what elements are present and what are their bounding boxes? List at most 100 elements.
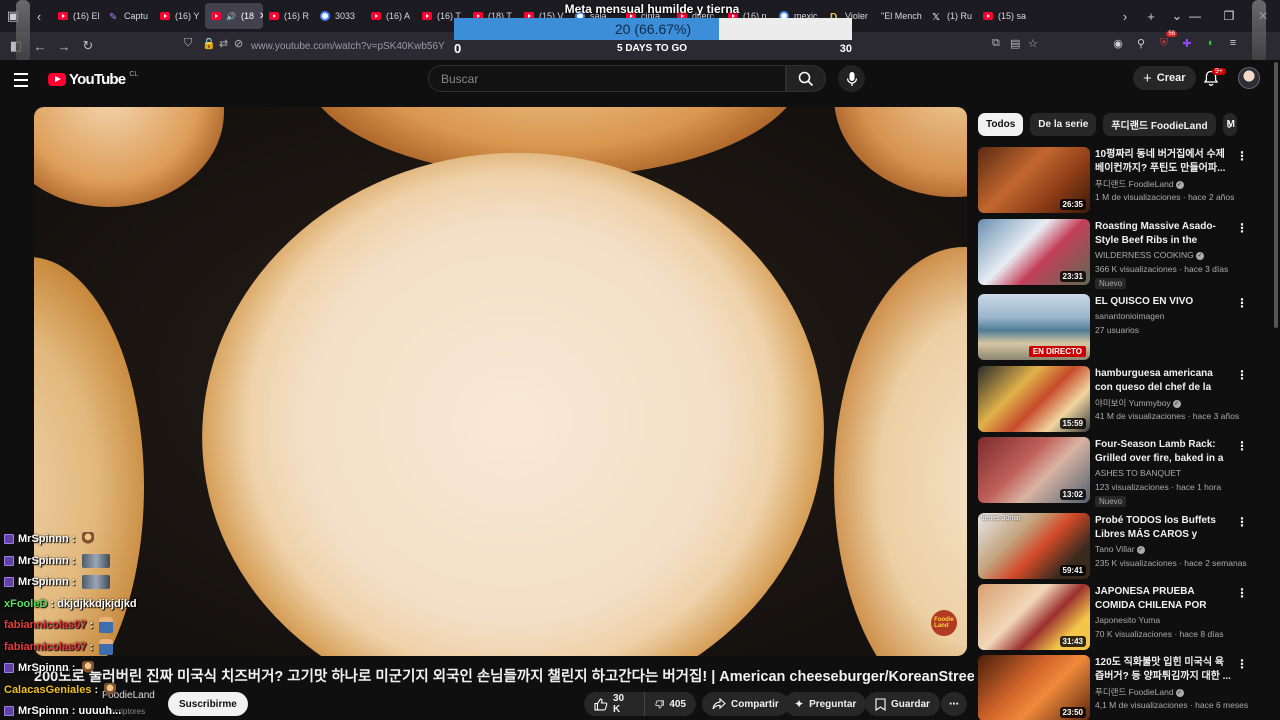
lock-icon[interactable]: 🔒 <box>202 37 216 50</box>
chat-username[interactable]: MrSpinnn <box>18 662 69 674</box>
browser-tab[interactable]: "El Mench <box>875 3 926 29</box>
subscribe-button[interactable]: Suscribirme <box>168 692 248 716</box>
search-button[interactable] <box>786 65 826 92</box>
browser-tab[interactable]: (15) sa <box>977 3 1028 29</box>
video-thumbnail[interactable]: 23:50 <box>978 655 1090 720</box>
recommendation-channel[interactable]: Japonesito Yuma <box>1095 615 1160 625</box>
recommendation-title[interactable]: Four-Season Lamb Rack: Grilled over fire… <box>1095 438 1233 466</box>
new-tab-icon[interactable]: + <box>1138 0 1164 32</box>
chip[interactable]: Todos <box>978 112 1024 136</box>
more-options-icon[interactable]: ⋮ <box>1236 586 1248 600</box>
menu-icon[interactable]: ≡ <box>1226 36 1240 50</box>
shield-icon[interactable]: ⛉ <box>184 37 192 50</box>
page-scrollbar[interactable] <box>1274 62 1278 328</box>
guide-menu-icon[interactable] <box>14 70 34 90</box>
recommendation-channel[interactable]: ASHES TO BANQUET <box>1095 468 1181 478</box>
video-thumbnail[interactable]: 23:31 <box>978 219 1090 285</box>
recommendation-channel[interactable]: 푸디랜드 FoodieLand ✓ <box>1095 686 1184 698</box>
chat-username[interactable]: MrSpinnn <box>18 555 69 567</box>
more-actions-button[interactable]: ⋯ <box>941 692 967 716</box>
recommendation-title[interactable]: Probé TODOS los Buffets Libres MÁS CAROS… <box>1095 514 1233 542</box>
recommendation-item[interactable]: 15:59 hamburguesa americana con queso del… <box>978 366 1250 434</box>
video-thumbnail[interactable]: tienes 30min 59:41 <box>978 513 1090 579</box>
recommendation-item[interactable]: EN DIRECTO EL QUISCO EN VIVO sanantonioima… <box>978 294 1250 362</box>
chip[interactable]: De la serie <box>1030 112 1097 136</box>
more-options-icon[interactable]: ⋮ <box>1236 221 1248 235</box>
chat-username[interactable]: MrSpinnn <box>18 533 69 545</box>
browser-tab[interactable]: (16) R <box>263 3 314 29</box>
search-input[interactable] <box>429 66 785 91</box>
more-options-icon[interactable]: ⋮ <box>1236 439 1248 453</box>
chat-username[interactable]: fabiannicolas07 <box>4 619 87 631</box>
chevron-right-icon[interactable]: › <box>1220 114 1240 134</box>
save-button[interactable]: Guardar <box>865 692 940 716</box>
user-avatar[interactable] <box>1238 67 1260 89</box>
recommendation-item[interactable]: tienes 30min 59:41 Probé TODOS los Buffets… <box>978 513 1250 581</box>
chip[interactable]: 푸디랜드 FoodieLand <box>1103 112 1216 136</box>
youtube-logo[interactable]: YouTube CL <box>48 71 138 88</box>
browser-tab[interactable]: ✎ Captu <box>103 3 154 29</box>
recommendation-channel[interactable]: 푸디랜드 FoodieLand ✓ <box>1095 178 1184 190</box>
browser-tab[interactable]: (16) A <box>365 3 416 29</box>
create-button[interactable]: + Crear <box>1133 66 1196 90</box>
like-button[interactable]: 30 K <box>584 692 644 716</box>
chat-username[interactable]: CalacasGeniales <box>4 684 91 696</box>
video-thumbnail[interactable]: 26:35 <box>978 147 1090 213</box>
chat-username[interactable]: fabiannicolas07 <box>4 641 87 653</box>
more-options-icon[interactable]: ⋮ <box>1236 149 1248 163</box>
forward-icon[interactable]: → <box>52 32 76 60</box>
voice-search-button[interactable] <box>838 65 865 92</box>
url-text[interactable]: www.youtube.com/watch?v=pSK40Kwb56Y <box>251 41 445 52</box>
browser-tab[interactable]: 𝕏 (1) Ru <box>926 3 977 29</box>
twitch-ext-icon[interactable]: ✚ <box>1180 36 1194 50</box>
bookmark-star-icon[interactable]: ☆ <box>1028 37 1038 50</box>
recommendation-title[interactable]: hamburguesa americana con queso del chef… <box>1095 367 1233 395</box>
maximize-icon[interactable]: ❐ <box>1212 0 1246 32</box>
video-thumbnail[interactable]: 13:02 <box>978 437 1090 503</box>
recommendation-title[interactable]: 10평짜리 동네 버거집에서 수제 베이컨까지? 푸틴도 만들어파... <box>1095 148 1233 176</box>
recommendation-channel[interactable]: WILDERNESS COOKING ✓ <box>1095 250 1204 260</box>
more-options-icon[interactable]: ⋮ <box>1236 296 1248 310</box>
video-thumbnail[interactable]: EN DIRECTO <box>978 294 1090 360</box>
dislike-button[interactable]: 405 <box>644 692 696 716</box>
recommendation-title[interactable]: Roasting Massive Asado-Style Beef Ribs i… <box>1095 220 1233 248</box>
reload-icon[interactable]: ↻ <box>76 32 100 60</box>
channel-watermark[interactable]: Foodie Land <box>931 610 957 636</box>
minimize-icon[interactable]: — <box>1178 0 1212 32</box>
chat-username[interactable]: MrSpinnn <box>18 705 69 717</box>
tabs-scroll-right-icon[interactable]: › <box>1112 0 1138 32</box>
recommendation-item[interactable]: 26:35 10평짜리 동네 버거집에서 수제 베이컨까지? 푸틴도 만들어파..… <box>978 147 1250 215</box>
browser-tab-active[interactable]: 🔊(18✕ <box>205 3 263 29</box>
chat-username[interactable]: MrSpinnn <box>18 576 69 588</box>
account-icon[interactable]: ◉ <box>1111 36 1125 50</box>
ublock-icon[interactable]: ⛨ 56 <box>1157 31 1177 50</box>
recommendation-channel[interactable]: Tano Villar ✓ <box>1095 544 1145 554</box>
recommendation-item[interactable]: 13:02 Four-Season Lamb Rack: Grilled over… <box>978 437 1250 507</box>
video-player[interactable]: Foodie Land <box>34 107 967 656</box>
share-button[interactable]: Compartir <box>702 692 789 716</box>
video-thumbnail[interactable]: 31:43 <box>978 584 1090 650</box>
browser-tab[interactable]: (16) Y <box>154 3 205 29</box>
back-icon[interactable]: ← <box>28 32 52 60</box>
video-thumbnail[interactable]: 15:59 <box>978 366 1090 432</box>
recommendation-title[interactable]: 120도 직화불맛 입힌 미국식 육즙버거? 등 양파튀김까지 대한 ... <box>1095 656 1233 684</box>
recommendation-title[interactable]: JAPONESA PRUEBA COMIDA CHILENA POR PRIME… <box>1095 585 1233 613</box>
more-options-icon[interactable]: ⋮ <box>1236 657 1248 671</box>
browser-tab[interactable]: (16) El <box>52 3 103 29</box>
screenshot-icon[interactable]: ⧉ <box>992 37 1000 50</box>
browser-tab[interactable]: 3033 <box>314 3 365 29</box>
reader-view-icon[interactable]: ▤ <box>1010 37 1020 50</box>
chat-username[interactable]: xFooleD <box>4 598 47 610</box>
permissions-icon[interactable]: ⇄ <box>219 37 228 50</box>
more-options-icon[interactable]: ⋮ <box>1236 515 1248 529</box>
extensions-icon[interactable]: ⚲ <box>1134 36 1148 50</box>
recommendation-item[interactable]: 31:43 JAPONESA PRUEBA COMIDA CHILENA POR … <box>978 584 1250 652</box>
recommendation-item[interactable]: 23:50 120도 직화불맛 입힌 미국식 육즙버거? 등 양파튀김까지 대한 … <box>978 655 1250 720</box>
recommendation-channel[interactable]: sanantonioimagen <box>1095 311 1164 321</box>
recommendation-item[interactable]: 23:31 Roasting Massive Asado-Style Beef R… <box>978 219 1250 289</box>
audio-ext-icon[interactable]: ◖ <box>1203 36 1217 50</box>
mute-icon[interactable]: ⊘ <box>234 37 243 50</box>
more-options-icon[interactable]: ⋮ <box>1236 368 1248 382</box>
ask-button[interactable]: ✦ Preguntar <box>784 692 867 716</box>
tab-audio-icon[interactable]: 🔊 <box>226 12 236 21</box>
